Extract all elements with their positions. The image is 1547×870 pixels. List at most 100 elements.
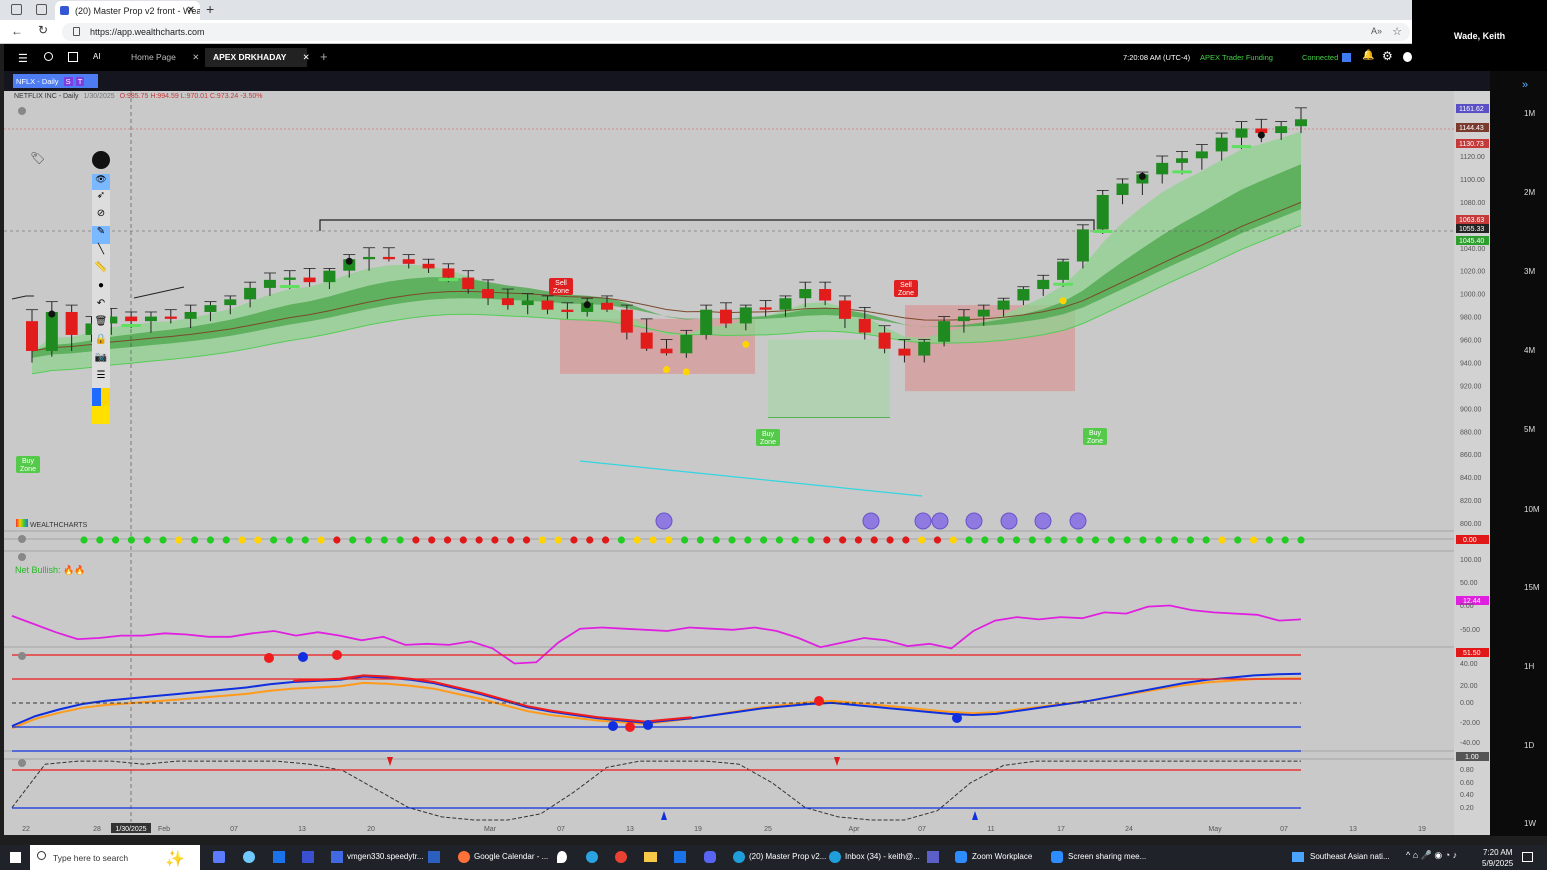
- favorite-star-icon[interactable]: ☆: [1392, 25, 1402, 38]
- taskbar-search[interactable]: Type here to search ✨: [30, 845, 200, 870]
- tag-icon[interactable]: 🏷: [30, 151, 45, 165]
- tool-strip: 👁 ➶ ⊘ ✎ ╲ 📏 ● ↶ 🗑 🔒 📷 ☰: [92, 174, 110, 424]
- taskbar-news[interactable]: Southeast Asian nati...: [1310, 852, 1390, 861]
- undo-tool-icon[interactable]: ↶: [92, 298, 110, 316]
- edge2-icon[interactable]: [829, 851, 841, 863]
- timeframe-1D[interactable]: 1D: [1524, 741, 1534, 750]
- taskbar-app-calendar[interactable]: Google Calendar - ...: [474, 852, 548, 861]
- taskbar-app-screen-sharing[interactable]: Screen sharing mee...: [1068, 852, 1146, 861]
- taskbar-app-vmgen[interactable]: vmgen330.speedytr...: [347, 852, 424, 861]
- firefox-icon[interactable]: [458, 851, 470, 863]
- tray-icons[interactable]: ^ ⌂ 🎤 ◉ ◔ ♪: [1406, 850, 1457, 861]
- color-palette-icon[interactable]: [92, 388, 110, 406]
- url-field[interactable]: https://app.wealthcharts.com A» ☆: [62, 23, 1410, 41]
- add-tab-button[interactable]: +: [320, 49, 328, 64]
- bell-icon[interactable]: 🔔: [1362, 50, 1374, 61]
- tab-home-page[interactable]: Home Page ✕: [131, 52, 199, 63]
- read-aloud-icon[interactable]: A»: [1371, 26, 1382, 36]
- net-bullish-label: Net Bullish: 🔥🔥: [15, 565, 85, 576]
- price-label-text: 1055.33: [1459, 226, 1484, 233]
- lock-tool-icon[interactable]: 🔒: [92, 334, 110, 352]
- zoom-icon[interactable]: [955, 851, 967, 863]
- price-tick-label: 940.00: [1460, 360, 1482, 367]
- osc2-tick-label: 40.00: [1460, 661, 1478, 668]
- close-tab-icon[interactable]: ✕: [187, 5, 195, 16]
- brush-tool-icon[interactable]: ✎: [92, 226, 110, 244]
- drawing-toolbar: 👁 ➶ ⊘ ✎ ╲ 📏 ● ↶ 🗑 🔒 📷 ☰: [90, 148, 112, 428]
- taskbar-app-inbox[interactable]: Inbox (34) - keith@...: [845, 852, 920, 861]
- toolbar-pin-icon[interactable]: [92, 151, 110, 169]
- chart-area[interactable]: Sell Zone Sell Zone Buy Zone Buy Zone Buy Zone 11…: [4, 91, 1490, 835]
- price-tick-label: 1040.00: [1460, 246, 1485, 253]
- browser-tab[interactable]: (20) Master Prop v2 front - Wealt ✕: [55, 1, 200, 20]
- discord-icon[interactable]: [704, 851, 716, 863]
- workspaces-icon[interactable]: [11, 4, 22, 15]
- osc3-tick-label: 0.80: [1460, 767, 1474, 774]
- word-icon[interactable]: [428, 851, 440, 863]
- notepad-icon[interactable]: [302, 851, 314, 863]
- task-view-icon[interactable]: [213, 851, 225, 863]
- pointer-tool-icon[interactable]: ➶: [92, 190, 110, 208]
- new-tab-button[interactable]: +: [206, 1, 214, 17]
- timeframe-3M[interactable]: 3M: [1524, 267, 1535, 276]
- location-icon[interactable]: [557, 851, 567, 863]
- tab-apex-drkhaday[interactable]: APEX DRKHADAY ✕: [213, 52, 310, 63]
- collapse-panel-icon[interactable]: »: [1522, 79, 1528, 91]
- account-name: APEX Trader Funding: [1200, 53, 1273, 62]
- folder-icon[interactable]: [644, 852, 657, 862]
- line-tool-icon[interactable]: ╲: [92, 244, 110, 262]
- osc1-tick-label: -50.00: [1460, 627, 1480, 634]
- windows-start-icon[interactable]: [10, 852, 21, 863]
- osc2-tick-label: -20.00: [1460, 720, 1480, 727]
- time-tick-label: 17: [1057, 826, 1065, 833]
- timeframe-1M[interactable]: 1M: [1524, 109, 1535, 118]
- timeframe-2M[interactable]: 2M: [1524, 188, 1535, 197]
- taskbar-app-zoom[interactable]: Zoom Workplace: [972, 852, 1032, 861]
- time-axis: [4, 822, 1454, 835]
- edge-icon[interactable]: [733, 851, 745, 863]
- vmgen-icon[interactable]: [331, 851, 343, 863]
- telegram-icon[interactable]: [586, 851, 598, 863]
- taskbar-app-master-prop[interactable]: (20) Master Prop v2...: [749, 852, 826, 861]
- timeframe-10M[interactable]: 10M: [1524, 505, 1540, 514]
- back-icon[interactable]: ←: [11, 24, 23, 38]
- zoom2-icon[interactable]: [1051, 851, 1063, 863]
- crosshair-tool-icon[interactable]: ⊘: [92, 208, 110, 226]
- timeframe-1W[interactable]: 1W: [1524, 819, 1536, 828]
- notification-icon[interactable]: [1522, 852, 1533, 862]
- time-tick-label: 13: [1349, 826, 1357, 833]
- ai-icon[interactable]: AI: [93, 52, 101, 61]
- osc2-tick-label: 20.00: [1460, 683, 1478, 690]
- timeframe-1H[interactable]: 1H: [1524, 662, 1534, 671]
- notes-tool-icon[interactable]: ☰: [92, 370, 110, 388]
- fill-color-icon[interactable]: [92, 406, 110, 424]
- layers-icon[interactable]: [68, 52, 78, 62]
- save-icon[interactable]: [1342, 53, 1351, 62]
- teams-icon[interactable]: [927, 851, 939, 863]
- news-icon[interactable]: [1292, 852, 1304, 862]
- menu-icon[interactable]: ☰: [18, 52, 28, 65]
- lock-icon: [73, 27, 80, 36]
- dot-tool-icon[interactable]: ●: [92, 280, 110, 298]
- refresh-icon[interactable]: ↻: [38, 23, 48, 37]
- trash-tool-icon[interactable]: 🗑: [92, 316, 110, 334]
- time-tick-label: Mar: [484, 826, 497, 833]
- outlook2-icon[interactable]: [674, 851, 686, 863]
- timeframe-4M[interactable]: 4M: [1524, 346, 1535, 355]
- outlook-icon[interactable]: [273, 851, 285, 863]
- camera-tool-icon[interactable]: 📷: [92, 352, 110, 370]
- help-icon[interactable]: [1403, 52, 1412, 62]
- gear-icon[interactable]: ⚙: [1382, 49, 1393, 63]
- copilot-icon[interactable]: [243, 851, 255, 863]
- timeframe-list: » 1M 2M 3M 4M 5M 10M 15M 1H 1D 1W: [1490, 71, 1547, 836]
- timeframe-15M[interactable]: 15M: [1524, 583, 1540, 592]
- eye-tool-icon[interactable]: 👁: [92, 174, 110, 190]
- search-icon[interactable]: [44, 52, 53, 61]
- symbol-tag[interactable]: NFLX - Daily S T: [13, 74, 98, 88]
- price-label-text: 1130.73: [1459, 141, 1484, 148]
- osc1-tick-label: 50.00: [1460, 580, 1478, 587]
- timeframe-5M[interactable]: 5M: [1524, 425, 1535, 434]
- tab-actions-icon[interactable]: [36, 4, 47, 15]
- chrome-icon[interactable]: [615, 851, 627, 863]
- ruler-tool-icon[interactable]: 📏: [92, 262, 110, 280]
